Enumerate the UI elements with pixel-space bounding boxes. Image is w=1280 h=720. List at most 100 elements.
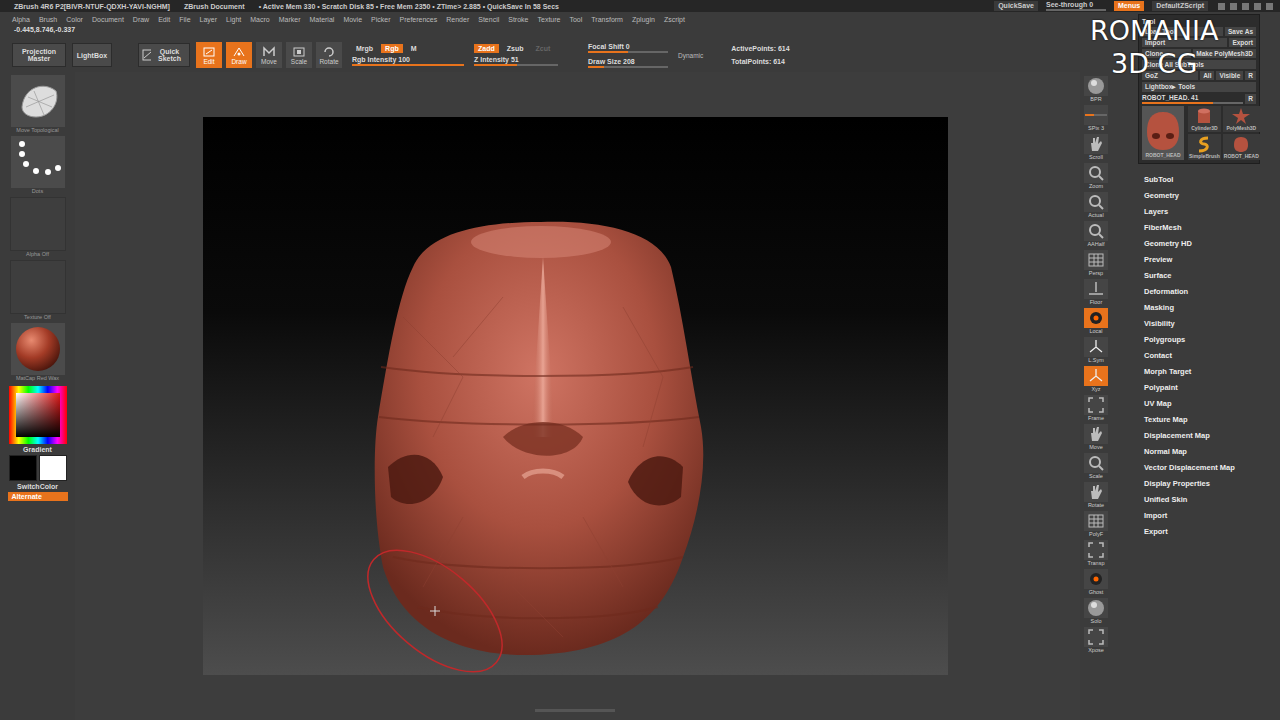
brush-slot[interactable]: Move Topological: [11, 75, 65, 134]
menu-item[interactable]: Picker: [371, 16, 390, 23]
menu-item[interactable]: Alpha: [12, 16, 30, 23]
shelf-button[interactable]: Zoom: [1084, 163, 1108, 191]
tool-section[interactable]: Polygroups: [1144, 332, 1260, 348]
tool-button[interactable]: Import: [1142, 38, 1227, 47]
tool-section[interactable]: Geometry: [1144, 188, 1260, 204]
dynamic-button[interactable]: Dynamic: [678, 52, 703, 59]
shelf-button[interactable]: Floor: [1084, 279, 1108, 307]
tool-section[interactable]: FiberMesh: [1144, 220, 1260, 236]
tool-button[interactable]: Make PolyMesh3D: [1193, 49, 1256, 58]
tool-button[interactable]: Save As: [1225, 27, 1256, 36]
shelf-button[interactable]: PolyF: [1084, 511, 1108, 539]
spix-slider[interactable]: [1085, 114, 1107, 116]
empty-slot[interactable]: Texture Off: [10, 260, 66, 321]
menu-item[interactable]: Layer: [200, 16, 218, 23]
projection-master-button[interactable]: Projection Master: [12, 43, 66, 67]
tool-section[interactable]: UV Map: [1144, 396, 1260, 412]
tool-section[interactable]: Texture Map: [1144, 412, 1260, 428]
tool-section[interactable]: Display Properties: [1144, 476, 1260, 492]
lightbox-tools-button[interactable]: Lightbox▸ Tools: [1142, 82, 1256, 92]
tool-section[interactable]: Displacement Map: [1144, 428, 1260, 444]
color-swatch[interactable]: [39, 455, 67, 481]
tool-thumbnail[interactable]: SimpleBrush: [1188, 134, 1221, 160]
lightbox-button[interactable]: LightBox: [72, 43, 112, 67]
goz-row-button[interactable]: R: [1245, 71, 1256, 80]
shelf-button[interactable]: Frame: [1084, 395, 1108, 423]
tool-section[interactable]: Geometry HD: [1144, 236, 1260, 252]
tool-section[interactable]: Contact: [1144, 348, 1260, 364]
tool-section[interactable]: Polypaint: [1144, 380, 1260, 396]
z-mode-button[interactable]: Zcut: [531, 44, 554, 53]
stroke-slot[interactable]: Dots: [11, 136, 65, 195]
menu-item[interactable]: Stroke: [508, 16, 528, 23]
menu-item[interactable]: Marker: [279, 16, 301, 23]
z-mode-button[interactable]: Zadd: [474, 44, 499, 53]
switch-color-button[interactable]: SwitchColor: [17, 483, 58, 490]
menu-item[interactable]: Zplugin: [632, 16, 655, 23]
menu-item[interactable]: Movie: [343, 16, 362, 23]
menu-item[interactable]: Color: [66, 16, 83, 23]
shelf-button[interactable]: Transp: [1084, 540, 1108, 568]
menu-item[interactable]: Draw: [133, 16, 149, 23]
tool-thumbnail[interactable]: PolyMesh3D: [1223, 106, 1260, 132]
shelf-button[interactable]: Solo: [1084, 598, 1108, 626]
see-through-slider[interactable]: See-through 0: [1046, 1, 1106, 11]
empty-slot[interactable]: Alpha Off: [10, 197, 66, 258]
menu-item[interactable]: Edit: [158, 16, 170, 23]
menu-item[interactable]: Zscript: [664, 16, 685, 23]
tool-section[interactable]: Surface: [1144, 268, 1260, 284]
goz-row-button[interactable]: Visible: [1216, 71, 1243, 80]
menus-button[interactable]: Menus: [1114, 1, 1144, 11]
tool-section[interactable]: Morph Target: [1144, 364, 1260, 380]
shelf-button[interactable]: Actual: [1084, 192, 1108, 220]
shelf-button[interactable]: Rotate: [1084, 482, 1108, 510]
move-mode-button[interactable]: Move: [256, 42, 282, 68]
quicksave-button[interactable]: QuickSave: [994, 1, 1038, 11]
menu-item[interactable]: Macro: [250, 16, 269, 23]
tool-section[interactable]: Export: [1144, 524, 1260, 540]
current-tool-slider[interactable]: ROBOT_HEAD. 41: [1142, 94, 1243, 104]
rotate-mode-button[interactable]: Rotate: [316, 42, 342, 68]
shelf-button[interactable]: BPR: [1084, 76, 1108, 104]
focal-shift-slider[interactable]: Focal Shift 0: [588, 43, 668, 53]
tool-section[interactable]: SubTool: [1144, 172, 1260, 188]
canvas-scroll-indicator[interactable]: [535, 709, 615, 712]
color-mode-button[interactable]: M: [407, 44, 421, 53]
menu-item[interactable]: Tool: [569, 16, 582, 23]
default-zscript-button[interactable]: DefaultZScript: [1152, 1, 1208, 11]
shelf-button[interactable]: Xyz: [1084, 366, 1108, 394]
quick-sketch-button[interactable]: Quick Sketch: [138, 43, 190, 67]
material-slot[interactable]: MatCap Red Wax: [11, 323, 65, 382]
window-controls-icon[interactable]: [1216, 2, 1276, 11]
edit-mode-button[interactable]: Edit: [196, 42, 222, 68]
tool-thumbnail[interactable]: ROBOT_HEAD: [1142, 106, 1184, 160]
draw-mode-button[interactable]: Draw: [226, 42, 252, 68]
draw-size-slider[interactable]: Draw Size 208: [588, 58, 668, 68]
menu-item[interactable]: Brush: [39, 16, 57, 23]
menu-item[interactable]: Material: [309, 16, 334, 23]
goz-row-button[interactable]: All: [1200, 71, 1214, 80]
menu-item[interactable]: Preferences: [400, 16, 438, 23]
tool-section[interactable]: Vector Displacement Map: [1144, 460, 1260, 476]
shelf-button[interactable]: Xpose: [1084, 627, 1108, 655]
tool-section[interactable]: Import: [1144, 508, 1260, 524]
alternate-button[interactable]: Alternate: [8, 492, 68, 501]
goz-row-button[interactable]: GoZ: [1142, 71, 1198, 80]
shelf-button[interactable]: Scale: [1084, 453, 1108, 481]
tool-section[interactable]: Unified Skin: [1144, 492, 1260, 508]
color-mode-button[interactable]: Mrgb: [352, 44, 377, 53]
tool-section[interactable]: Preview: [1144, 252, 1260, 268]
menu-item[interactable]: Document: [92, 16, 124, 23]
clone-all-subtools-button[interactable]: Clone All SubTools: [1142, 60, 1256, 69]
tool-section[interactable]: Layers: [1144, 204, 1260, 220]
shelf-button[interactable]: SPix 3: [1084, 105, 1108, 133]
tool-button[interactable]: Export: [1229, 38, 1256, 47]
color-swatch[interactable]: [9, 455, 37, 481]
menu-item[interactable]: Texture: [537, 16, 560, 23]
menu-item[interactable]: Render: [446, 16, 469, 23]
tool-button[interactable]: Clone: [1142, 49, 1191, 58]
shelf-button[interactable]: Ghost: [1084, 569, 1108, 597]
color-picker[interactable]: [9, 386, 67, 444]
shelf-button[interactable]: AAHalf: [1084, 221, 1108, 249]
menu-item[interactable]: Light: [226, 16, 241, 23]
